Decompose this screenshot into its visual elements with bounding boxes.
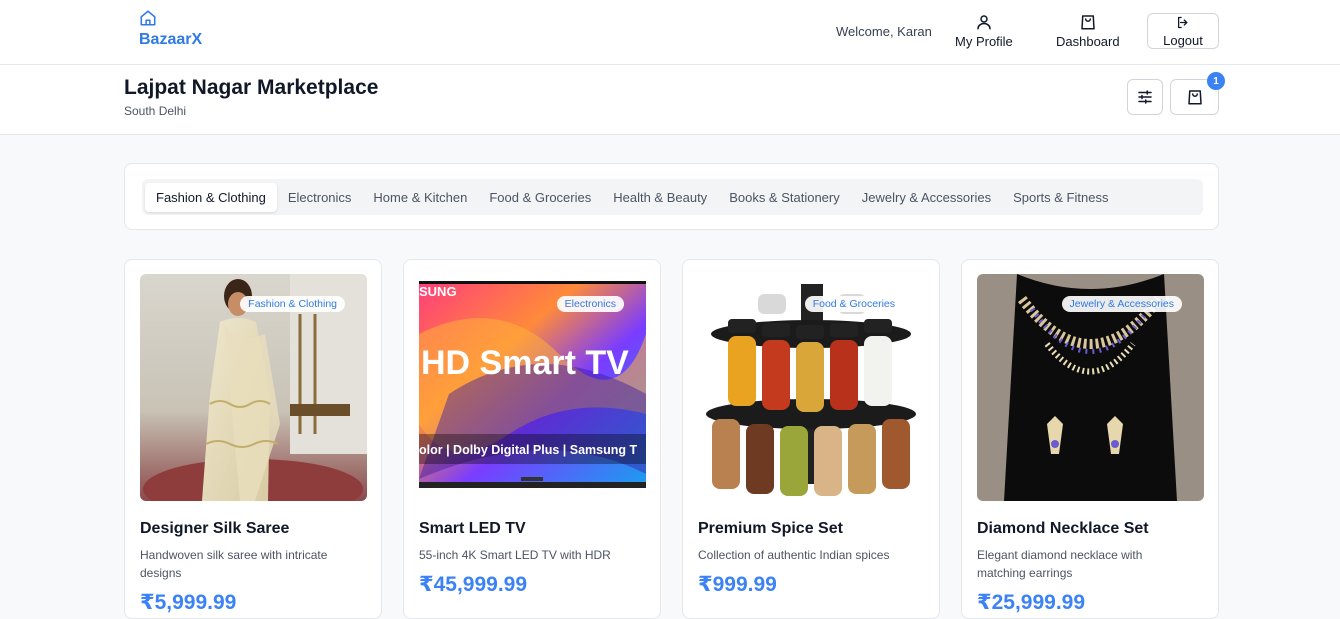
marketplace-header: Lajpat Nagar Marketplace South Delhi [0,65,1340,135]
tab-books-stationery[interactable]: Books & Stationery [718,183,851,212]
tab-fashion-clothing[interactable]: Fashion & Clothing [145,182,277,212]
brand-logo[interactable]: BazaarX [139,9,202,49]
tv-features-text: olor | Dolby Digital Plus | Samsung T [419,443,637,457]
dashboard-label: Dashboard [1056,34,1120,49]
category-badge: Electronics [556,296,624,312]
category-tabs: Fashion & Clothing Electronics Home & Ki… [142,179,1203,215]
tab-health-beauty[interactable]: Health & Beauty [602,183,718,212]
logout-label: Logout [1163,33,1203,48]
user-icon [977,15,991,30]
product-card[interactable]: Fashion & Clothing Designer Silk Saree H… [124,259,382,619]
tv-headline-text: HD Smart TV [421,344,629,382]
dashboard-button[interactable]: Dashboard [1056,13,1120,49]
product-card[interactable]: SUNG HD Smart TV olor | Dolby Digital Pl… [403,259,661,619]
product-card[interactable]: Food & Groceries Premium Spice Set Colle… [682,259,940,619]
shopping-bag-icon [1187,90,1202,105]
product-name[interactable]: Premium Spice Set [698,520,843,538]
product-name[interactable]: Diamond Necklace Set [977,520,1149,538]
product-price: ₹25,999.99 [977,591,1086,614]
tab-sports-fitness[interactable]: Sports & Fitness [1002,183,1119,212]
product-image[interactable]: SUNG HD Smart TV olor | Dolby Digital Pl… [419,274,646,501]
cart-count-badge: 1 [1207,72,1225,90]
product-description: Handwoven silk saree with intricate desi… [140,548,328,580]
tab-food-groceries[interactable]: Food & Groceries [478,183,602,212]
product-image[interactable]: Food & Groceries [698,274,925,501]
page-title: Lajpat Nagar Marketplace [124,76,379,99]
tab-jewelry-accessories[interactable]: Jewelry & Accessories [851,183,1002,212]
category-badge: Food & Groceries [804,296,903,312]
product-card[interactable]: Jewelry & Accessories Diamond Necklace S… [961,259,1219,619]
product-price: ₹45,999.99 [419,573,528,596]
welcome-text: Welcome, Karan [836,24,932,39]
brand-name: BazaarX [139,31,203,48]
filter-button[interactable] [1127,79,1163,115]
my-profile-button[interactable]: My Profile [955,13,1013,49]
product-image[interactable]: Fashion & Clothing [140,274,367,501]
category-badge: Fashion & Clothing [240,296,345,312]
top-navbar: BazaarX Welcome, Karan My Profile Dashbo… [0,0,1340,65]
logout-button[interactable]: Logout [1147,13,1219,49]
tab-electronics[interactable]: Electronics [277,183,363,212]
home-icon [140,10,156,26]
product-description: 55-inch 4K Smart LED TV with HDR [419,548,611,562]
shopping-bag-icon [1081,15,1095,30]
tab-home-kitchen[interactable]: Home & Kitchen [362,183,478,212]
product-name[interactable]: Designer Silk Saree [140,520,289,538]
my-profile-label: My Profile [955,34,1013,49]
product-name[interactable]: Smart LED TV [419,520,526,538]
product-description: Collection of authentic Indian spices [698,548,890,562]
product-price: ₹999.99 [698,573,777,596]
product-price: ₹5,999.99 [140,591,237,614]
category-badge: Jewelry & Accessories [1061,296,1182,312]
logout-icon [1178,16,1188,29]
category-filter-card: Fashion & Clothing Electronics Home & Ki… [124,163,1219,230]
product-image[interactable]: Jewelry & Accessories [977,274,1204,501]
product-description: Elegant diamond necklace with matching e… [977,548,1143,580]
sliders-icon [1138,90,1152,104]
tv-brand-text: SUNG [419,284,457,299]
market-location: South Delhi [124,104,187,118]
